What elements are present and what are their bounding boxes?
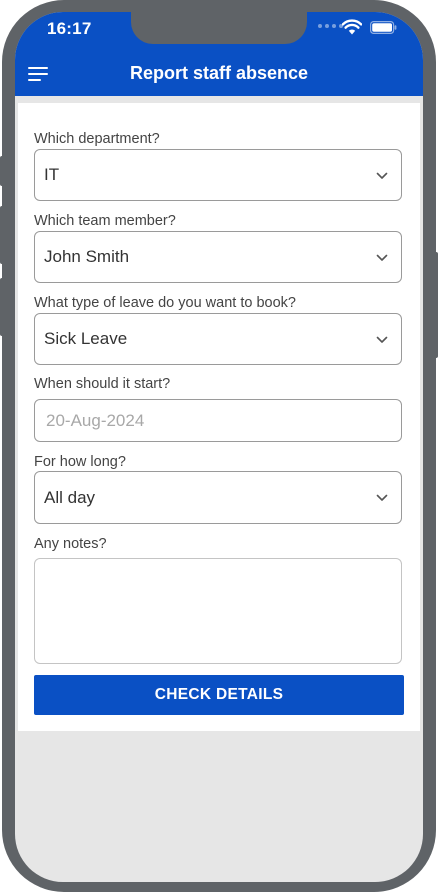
status-bar-time: 16:17: [47, 19, 92, 38]
leave-type-value: Sick Leave: [44, 329, 128, 348]
chevron-down-icon: [376, 336, 388, 343]
duration-label: For how long?: [34, 454, 126, 470]
signal-dots-icon: [318, 24, 343, 28]
department-select[interactable]: IT: [34, 149, 402, 201]
wifi-icon: [342, 19, 362, 35]
department-value: IT: [44, 165, 60, 184]
duration-value: All day: [44, 488, 96, 507]
chevron-down-icon: [376, 494, 388, 501]
phone-side-button-left-middle: [0, 206, 4, 264]
phone-notch: [131, 12, 307, 44]
leave-type-select[interactable]: Sick Leave: [34, 313, 402, 365]
start-date-placeholder: 20-Aug-2024: [46, 411, 145, 430]
app-bar: 16:17 Report staff absence: [15, 12, 423, 96]
phone-side-button-left-upper: [0, 156, 4, 186]
chevron-down-icon: [376, 172, 388, 179]
battery-icon: [370, 21, 397, 34]
team-member-label: Which team member?: [34, 213, 176, 229]
team-member-select[interactable]: John Smith: [34, 231, 402, 283]
phone-side-button-right: [434, 252, 438, 358]
absence-form: Which department? IT Which team member? …: [18, 103, 420, 731]
leave-type-label: What type of leave do you want to book?: [34, 295, 296, 311]
phone-side-button-left-lower: [0, 278, 4, 336]
start-date-input[interactable]: 20-Aug-2024: [34, 399, 402, 442]
notes-textarea[interactable]: [34, 558, 402, 664]
phone-screen: 16:17 Report staff absence Which departm…: [15, 12, 423, 882]
notes-label: Any notes?: [34, 536, 107, 552]
page-title: Report staff absence: [129, 63, 309, 83]
check-details-button[interactable]: CHECK DETAILS: [34, 675, 404, 715]
team-member-value: John Smith: [44, 247, 130, 266]
duration-select[interactable]: All day: [34, 471, 402, 524]
chevron-down-icon: [376, 254, 388, 261]
department-label: Which department?: [34, 131, 160, 147]
start-date-label: When should it start?: [34, 376, 171, 392]
